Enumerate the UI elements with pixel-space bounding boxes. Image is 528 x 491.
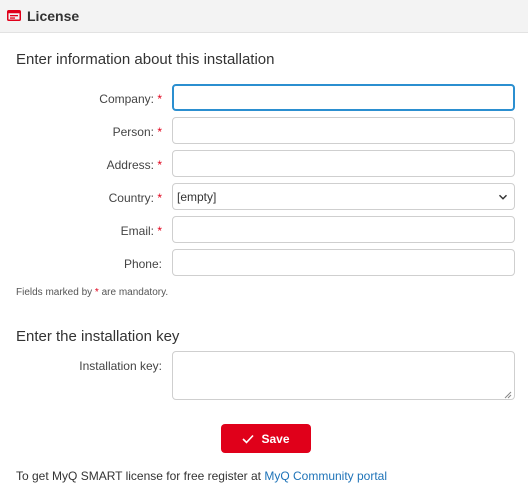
mandatory-note: Fields marked by * are mandatory. bbox=[16, 287, 169, 298]
person-label: Person: * bbox=[112, 125, 162, 139]
email-label: Email: * bbox=[120, 224, 162, 238]
page-title: License bbox=[27, 8, 80, 24]
community-portal-link[interactable]: MyQ Community portal bbox=[264, 469, 387, 483]
footer-text: To get MyQ SMART license for free regist… bbox=[16, 469, 388, 483]
phone-field[interactable] bbox=[172, 249, 515, 276]
required-marker: * bbox=[94, 287, 99, 298]
company-field[interactable] bbox=[172, 84, 515, 111]
installation-info-heading: Enter information about this installatio… bbox=[16, 51, 275, 68]
phone-label: Phone: bbox=[123, 257, 162, 271]
license-card-icon bbox=[7, 10, 21, 21]
address-field[interactable] bbox=[172, 150, 515, 177]
person-field[interactable] bbox=[172, 117, 515, 144]
chevron-down-icon bbox=[498, 194, 508, 200]
country-selected-value: [empty] bbox=[177, 190, 217, 204]
address-label: Address: * bbox=[106, 158, 162, 172]
save-button-label: Save bbox=[261, 431, 290, 446]
required-marker: * bbox=[157, 158, 162, 172]
installation-key-heading: Enter the installation key bbox=[16, 328, 180, 345]
resize-grip-icon[interactable] bbox=[504, 391, 512, 399]
required-marker: * bbox=[157, 92, 162, 106]
email-field[interactable] bbox=[172, 216, 515, 243]
country-label: Country: * bbox=[108, 191, 162, 205]
required-marker: * bbox=[157, 224, 162, 238]
save-button[interactable]: Save bbox=[221, 424, 311, 453]
installation-key-label: Installation key: bbox=[79, 359, 162, 373]
required-marker: * bbox=[157, 125, 162, 139]
company-label: Company: * bbox=[99, 92, 162, 106]
title-bar: License bbox=[0, 0, 528, 33]
required-marker: * bbox=[157, 191, 162, 205]
country-select[interactable]: [empty] bbox=[172, 183, 515, 210]
checkmark-icon bbox=[242, 434, 255, 444]
installation-key-field[interactable] bbox=[172, 351, 515, 400]
